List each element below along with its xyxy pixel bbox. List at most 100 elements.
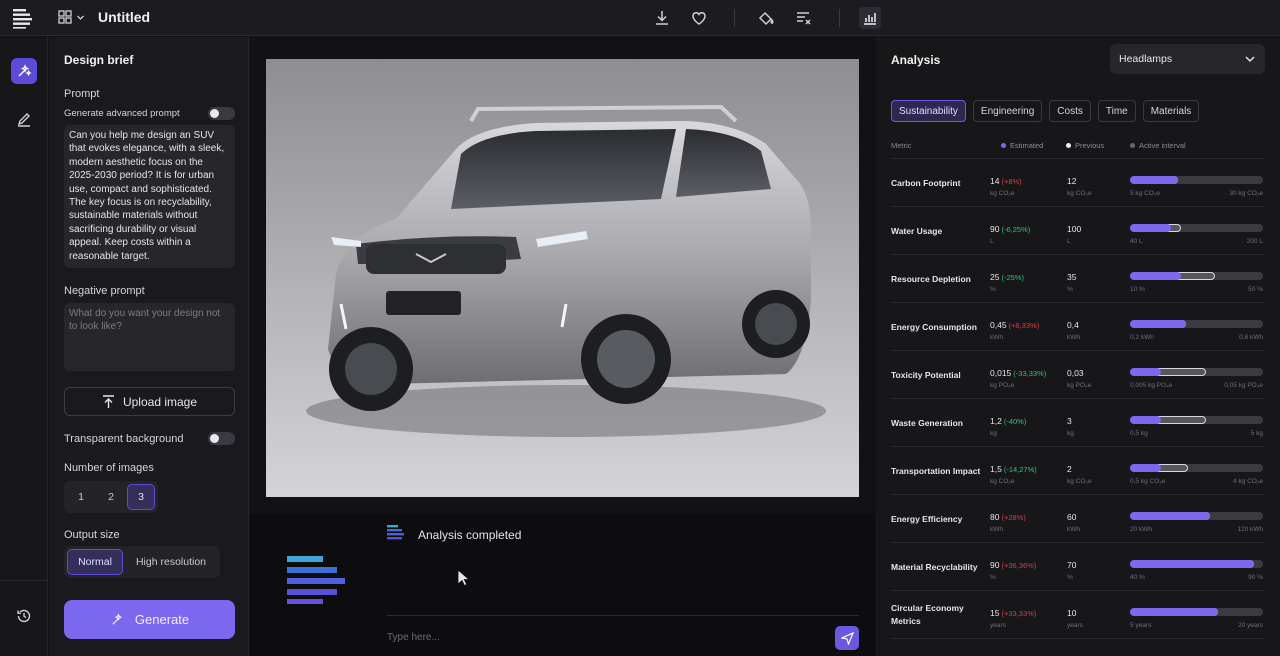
design-tool-button[interactable] (11, 58, 37, 84)
edit-tool-button[interactable] (11, 106, 37, 132)
metric-row[interactable]: Material Recyclability 90 (+36,36%)% 70% 40 … (891, 543, 1265, 591)
metric-row[interactable]: Energy Efficiency 80 (+28%) kWh 60 kWh 20 kWh 1… (891, 495, 1265, 543)
analysis-tabs: Sustainability Engineering Costs Time Ma… (891, 100, 1200, 122)
metric-name: Waste Generation (891, 417, 963, 428)
output-size-high-resolution[interactable]: High resolution (125, 549, 217, 575)
range-max: 30 kg CO₂e (1229, 190, 1263, 197)
chat-status-message: Analysis completed (418, 528, 522, 542)
app-logo[interactable] (12, 7, 36, 29)
transparent-background-toggle[interactable] (208, 432, 235, 445)
metric-row[interactable]: Toxicity Potential 0,015 (-33,33%) kg PO₄e 0… (891, 351, 1265, 399)
metric-row[interactable]: Waste Generation 1,2 (-40%) kg 3 kg 0,5 kg 5 kg (891, 399, 1265, 447)
metric-row[interactable]: Energy Consumption 0,45 (+8,33%) kWh 0,4 kWh 0… (891, 303, 1265, 351)
metric-row[interactable]: Water Usage 90 (-6,25%) L 100 L 40 L 200 L (891, 207, 1265, 255)
upload-image-button[interactable]: Upload image (64, 387, 235, 416)
tab-sustainability[interactable]: Sustainability (891, 100, 966, 122)
estimated-unit: kWh (990, 526, 1003, 533)
previous-value: 60 (1067, 512, 1077, 522)
estimated-unit: kg CO₂e (990, 190, 1015, 197)
chat-input[interactable]: Type here... (387, 632, 440, 643)
range-min: 0,5 kg (1130, 430, 1148, 437)
interval-dot (1130, 143, 1135, 148)
range-min: 0,2 kWh (1130, 334, 1154, 341)
change-badge: (+36,36%) (1001, 561, 1037, 570)
estimated-fill (1130, 320, 1186, 328)
history-button[interactable] (11, 603, 37, 629)
legend-interval: Active interval (1130, 141, 1186, 150)
clear-format-icon[interactable] (795, 9, 813, 27)
previous-unit: % (1067, 574, 1073, 581)
metric-row[interactable]: Circular Economy Metrics 15 (+33,33%) years… (891, 591, 1265, 639)
metric-range-bar (1130, 320, 1263, 328)
previous-unit: kWh (1067, 334, 1080, 341)
layout-menu-button[interactable] (58, 10, 85, 24)
paint-bucket-icon[interactable] (757, 9, 775, 27)
tab-time[interactable]: Time (1097, 100, 1136, 122)
toolbar-divider (839, 9, 840, 27)
range-min: 5 kg CO₂e (1130, 190, 1160, 197)
estimated-unit: kWh (990, 334, 1003, 341)
heart-icon[interactable] (690, 9, 708, 27)
previous-value: 12 (1067, 176, 1077, 186)
estimated-fill (1130, 608, 1218, 616)
metric-range-bar (1130, 416, 1263, 424)
metric-row[interactable]: Resource Depletion 25 (-25%)% 35% 10 % 50 % (891, 255, 1265, 303)
previous-value: 100 (1067, 224, 1082, 234)
range-min: 40 L (1130, 238, 1143, 245)
tab-costs[interactable]: Costs (1049, 100, 1091, 122)
design-brief-panel: Design brief Prompt Generate advanced pr… (49, 37, 249, 656)
tab-engineering[interactable]: Engineering (972, 100, 1043, 122)
grid-icon (58, 10, 72, 24)
range-min: 0,5 kg CO₂e (1130, 478, 1166, 485)
estimated-unit: % (990, 574, 996, 581)
change-badge: (+33,33%) (1001, 609, 1037, 618)
legend-interval-label: Active interval (1139, 141, 1186, 150)
metric-estimated: 14 (+8%) (990, 176, 1022, 186)
metric-estimated: 90 (+36,36%) (990, 560, 1036, 570)
range-min: 0,005 kg PO₄e (1130, 382, 1173, 389)
estimated-value: 90 (990, 560, 1000, 570)
num-images-option-2[interactable]: 2 (97, 484, 125, 510)
num-images-option-3[interactable]: 3 (127, 484, 155, 510)
metric-row[interactable]: Transportation Impact 1,5 (-14,27%) kg CO₂e… (891, 447, 1265, 495)
legend-previous-label: Previous (1075, 141, 1105, 150)
change-badge: (-25%) (1001, 273, 1024, 282)
generate-button[interactable]: Generate (64, 600, 235, 639)
send-icon (840, 631, 854, 645)
sparkle-wand-icon (18, 64, 32, 77)
negative-prompt-input[interactable]: What do you want your design not to look… (64, 303, 235, 371)
estimated-unit: % (990, 286, 996, 293)
analysis-toggle-button[interactable] (859, 7, 881, 29)
metric-name: Resource Depletion (891, 273, 971, 284)
top-bar: Untitled (0, 0, 1280, 36)
analysis-panel: Analysis Headlamps Sustainability Engine… (876, 37, 1280, 656)
tool-rail (0, 37, 48, 656)
range-min: 20 kWh (1130, 526, 1153, 533)
legend-previous: Previous (1066, 141, 1104, 150)
range-min: 5 years (1130, 622, 1152, 629)
document-title[interactable]: Untitled (98, 9, 150, 25)
estimated-unit: kg (990, 430, 997, 437)
metric-name: Circular Economy Metrics (891, 603, 964, 626)
previous-value: 35 (1067, 272, 1077, 282)
estimated-value: 0,015 (990, 368, 1012, 378)
suv-render (306, 104, 826, 437)
output-size-normal[interactable]: Normal (67, 549, 123, 575)
metric-estimated: 1,2 (-40%) (990, 416, 1026, 426)
component-dropdown[interactable]: Headlamps (1110, 44, 1265, 74)
metric-estimated: 0,45 (+8,33%) (990, 320, 1039, 330)
download-icon[interactable] (653, 9, 671, 27)
send-button[interactable] (835, 626, 859, 650)
estimated-fill (1130, 272, 1181, 280)
change-badge: (-40%) (1003, 417, 1027, 426)
tab-materials[interactable]: Materials (1142, 100, 1200, 122)
metric-row[interactable]: Carbon Footprint 14 (+8%) kg CO₂e 12 kg CO₂e 5… (891, 159, 1265, 207)
metric-range-bar (1130, 224, 1263, 232)
range-min: 40 % (1130, 574, 1145, 581)
advanced-prompt-toggle[interactable] (208, 107, 235, 120)
range-max: 90 % (1248, 574, 1263, 581)
prompt-input[interactable]: Can you help me design an SUV that evoke… (64, 125, 235, 268)
num-images-option-1[interactable]: 1 (67, 484, 95, 510)
estimated-fill (1130, 416, 1161, 424)
generated-car-image[interactable] (266, 59, 859, 497)
